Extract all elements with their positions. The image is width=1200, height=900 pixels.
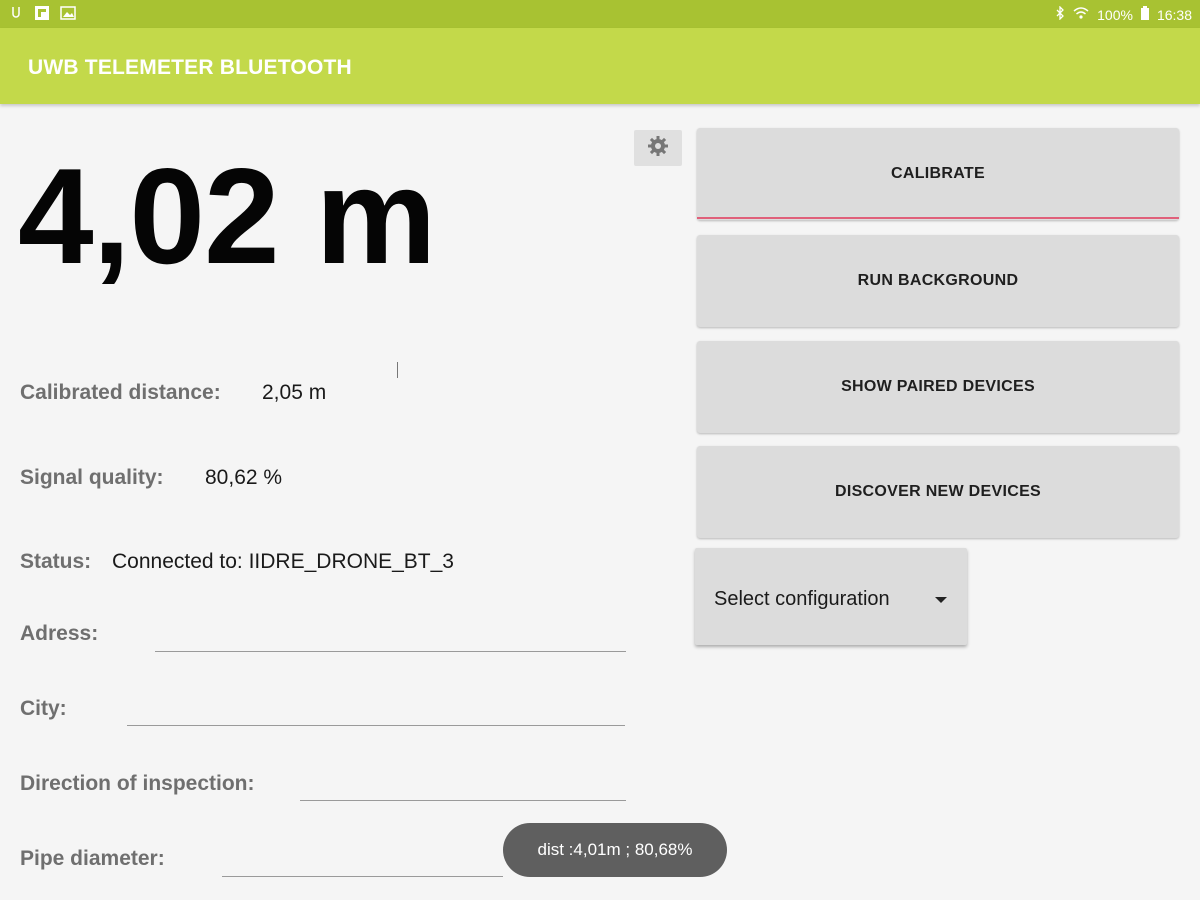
gear-icon [646, 134, 670, 163]
pipe-diameter-input[interactable] [225, 847, 501, 873]
toast-message: dist :4,01m ; 80,68% [503, 823, 727, 877]
battery-percent: 100% [1097, 6, 1133, 23]
usb-icon [8, 5, 24, 21]
configuration-select[interactable]: Select configuration [695, 548, 967, 645]
status-value: Connected to: IIDRE_DRONE_BT_3 [112, 550, 454, 573]
calibrated-distance-value: 2,05 m [262, 381, 327, 404]
status-bar: 100% 16:38 [0, 0, 1200, 28]
dropdown-arrow-icon [935, 597, 947, 603]
battery-icon [1140, 6, 1149, 23]
app-title: UWB TELEMETER BLUETOOTH [28, 56, 352, 79]
image-icon [60, 5, 76, 21]
adress-input-underline [155, 651, 626, 652]
calibrated-distance-label: Calibrated distance: [20, 381, 221, 404]
city-input-underline [127, 725, 625, 726]
signal-quality-label: Signal quality: [20, 466, 164, 489]
pipe-diameter-label: Pipe diameter: [20, 847, 165, 870]
discover-new-devices-button[interactable]: DISCOVER NEW DEVICES [697, 446, 1179, 538]
configuration-select-value: Select configuration [714, 588, 890, 610]
status-bar-system: 100% 16:38 [1055, 5, 1192, 23]
signal-quality-value: 80,62 % [205, 466, 283, 489]
city-input[interactable] [130, 697, 624, 723]
status-bar-notifications [8, 5, 76, 21]
direction-input[interactable] [303, 772, 625, 798]
city-label: City: [20, 697, 67, 720]
flipboard-icon [34, 5, 50, 21]
text-cursor [397, 362, 398, 378]
settings-button[interactable] [634, 130, 682, 166]
adress-input[interactable] [158, 622, 624, 648]
app-bar: UWB TELEMETER BLUETOOTH [0, 28, 1200, 104]
run-background-button[interactable]: RUN BACKGROUND [697, 235, 1179, 327]
show-paired-devices-button[interactable]: SHOW PAIRED DEVICES [697, 341, 1179, 433]
adress-label: Adress: [20, 622, 99, 645]
direction-label: Direction of inspection: [20, 772, 255, 795]
status-label: Status: [20, 550, 92, 573]
calibrate-focus-indicator [697, 217, 1179, 219]
clock: 16:38 [1156, 6, 1192, 23]
wifi-icon [1073, 6, 1089, 23]
calibrate-button[interactable]: CALIBRATE [697, 128, 1179, 220]
pipe-diameter-input-underline [222, 876, 503, 877]
bluetooth-icon [1055, 5, 1065, 23]
distance-readout: 4,02 m [18, 140, 436, 292]
direction-input-underline [300, 800, 626, 801]
